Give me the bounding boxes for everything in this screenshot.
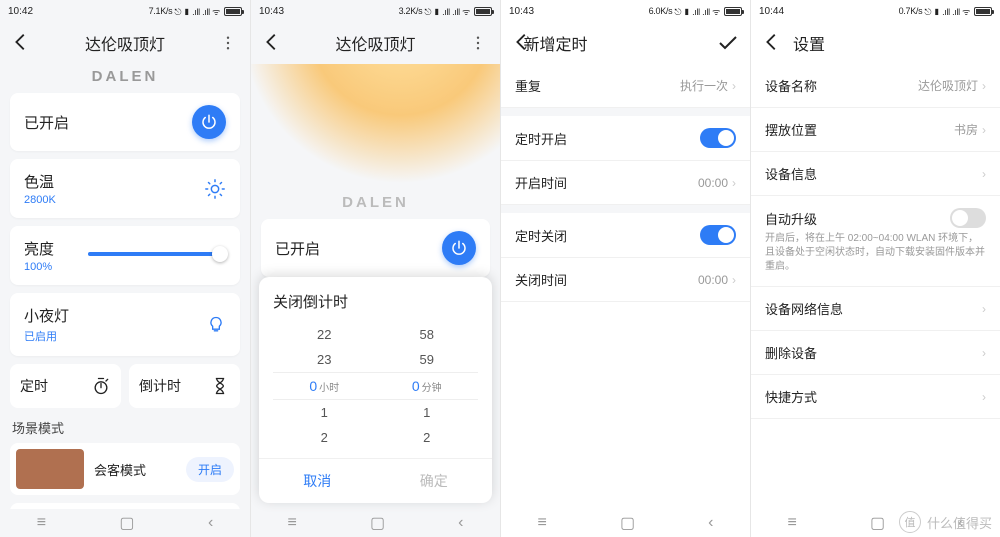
hour-picker-column: 22 23 0小时 1 2 [273,322,376,450]
toggle-switch[interactable] [700,128,736,148]
recent-apps-icon[interactable]: ≡ [37,514,46,532]
back-icon[interactable]: ‹ [708,514,713,532]
power-card: 已开启 [10,93,240,151]
network-info-row[interactable]: 设备网络信息 › [751,287,1000,331]
countdown-bottom-sheet: 关闭倒计时 22 23 0小时 1 2 58 59 0分钟 1 2 取 [259,277,492,503]
scene-thumb [16,449,84,489]
screen-settings: 10:44 0.7K/s ⎋ ▮ .ıll .ıll ᯤ 设置 设备名称 达伦吸… [750,0,1000,537]
page-title: 达伦吸顶灯 [335,31,415,55]
clock: 10:43 [259,6,284,17]
brightness-card: 亮度 100% [10,226,240,285]
recent-apps-icon[interactable]: ≡ [788,514,797,532]
clock: 10:42 [8,6,33,17]
chevron-right-icon: › [982,123,986,137]
back-button[interactable] [10,31,34,55]
page-title: 新增定时 [523,31,587,55]
chevron-right-icon: › [732,176,736,190]
countdown-button[interactable]: 倒计时 [129,364,240,408]
clock: 10:44 [759,6,784,17]
timed-off-toggle-row: 定时关闭 [501,213,750,258]
status-bar: 10:44 0.7K/s ⎋ ▮ .ıll .ıll ᯤ [751,0,1000,22]
confirm-button[interactable]: 确定 [376,459,493,503]
power-status: 已开启 [24,112,69,133]
chevron-right-icon: › [982,390,986,404]
device-name-row[interactable]: 设备名称 达伦吸顶灯› [751,64,1000,108]
scene-section-title: 场景模式 [12,418,238,437]
app-bar: 设置 [751,22,1000,64]
auto-upgrade-row: 自动升级 开启后，将在上午 02:00~04:00 WLAN 环境下，且设备处于… [751,196,1000,287]
on-time-row[interactable]: 开启时间 00:00› [501,161,750,205]
power-card: 已开启 [261,219,490,277]
status-bar: 10:42 7.1K/s ⎋ ▮ .ıll .ıll ᯤ [0,0,250,22]
delete-device-row[interactable]: 删除设备 › [751,331,1000,375]
more-button[interactable] [466,31,490,55]
clock: 10:43 [509,6,534,17]
confirm-button[interactable] [716,31,740,55]
nightlight-card[interactable]: 小夜灯 已启用 [10,293,240,356]
battery-icon [974,7,992,16]
repeat-row[interactable]: 重复 执行一次› [501,64,750,108]
system-nav: ≡ ▢ ‹ [501,509,750,537]
chevron-right-icon: › [732,273,736,287]
cancel-button[interactable]: 取消 [259,459,376,503]
chevron-right-icon: › [732,79,736,93]
stopwatch-icon [91,376,111,396]
status-bar: 10:43 3.2K/s ⎋ ▮ .ıll .ıll ᯤ [251,0,500,22]
scene-enable-button[interactable]: 开启 [186,457,234,482]
shortcut-row[interactable]: 快捷方式 › [751,375,1000,419]
back-button[interactable] [261,31,285,55]
bulb-icon [206,315,226,335]
chevron-right-icon: › [982,302,986,316]
back-button[interactable] [761,31,785,55]
location-row[interactable]: 摆放位置 书房› [751,108,1000,152]
system-nav: ≡ ▢ ‹ [0,509,250,537]
screen-add-timer: 10:43 6.0K/s ⎋ ▮ .ıll .ıll ᯤ 新增定时 重复 执行一… [500,0,750,537]
light-hero-image [251,64,500,194]
chevron-right-icon: › [982,346,986,360]
screen-countdown-sheet: 10:43 3.2K/s ⎋ ▮ .ıll .ıll ᯤ 达伦吸顶灯 DALEN… [250,0,500,537]
recent-apps-icon[interactable]: ≡ [288,514,297,532]
home-icon[interactable]: ▢ [370,513,385,533]
toggle-switch[interactable] [700,225,736,245]
status-bar: 10:43 6.0K/s ⎋ ▮ .ıll .ıll ᯤ [501,0,750,22]
page-title: 设置 [793,31,825,55]
more-button[interactable] [216,31,240,55]
home-icon[interactable]: ▢ [870,513,885,533]
home-icon[interactable]: ▢ [620,513,635,533]
off-time-row[interactable]: 关闭时间 00:00› [501,258,750,302]
device-info-row[interactable]: 设备信息 › [751,152,1000,196]
timed-on-toggle-row: 定时开启 [501,116,750,161]
sheet-title: 关闭倒计时 [259,277,492,322]
brand-logo: DALEN [10,68,240,85]
app-bar: 新增定时 [501,22,750,64]
brand-logo: DALEN [251,194,500,211]
power-button[interactable] [192,105,226,139]
brightness-slider[interactable] [88,252,226,256]
hourglass-icon [210,376,230,396]
recent-apps-icon[interactable]: ≡ [538,514,547,532]
back-icon[interactable]: ‹ [458,514,463,532]
timer-button[interactable]: 定时 [10,364,121,408]
app-bar: 达伦吸顶灯 [0,22,250,64]
scene-row[interactable]: 会客模式 开启 [10,443,240,495]
toggle-switch[interactable] [950,208,986,228]
battery-icon [474,7,492,16]
sun-icon [204,178,226,200]
screen-light-control: 10:42 7.1K/s ⎋ ▮ .ıll .ıll ᯤ 达伦吸顶灯 DALEN… [0,0,250,537]
app-bar: 达伦吸顶灯 [251,22,500,64]
color-temp-card[interactable]: 色温 2800K [10,159,240,218]
battery-icon [724,7,742,16]
minute-picker-column: 58 59 0分钟 1 2 [376,322,479,450]
power-button[interactable] [442,231,476,265]
page-title: 达伦吸顶灯 [85,31,165,55]
chevron-right-icon: › [982,79,986,93]
back-icon[interactable]: ‹ [208,514,213,532]
home-icon[interactable]: ▢ [119,513,134,533]
time-picker[interactable]: 22 23 0小时 1 2 58 59 0分钟 1 2 [259,322,492,450]
watermark: 值 什么值得买 [899,511,992,533]
system-nav: ≡ ▢ ‹ [251,509,500,537]
battery-icon [224,7,242,16]
chevron-right-icon: › [982,167,986,181]
